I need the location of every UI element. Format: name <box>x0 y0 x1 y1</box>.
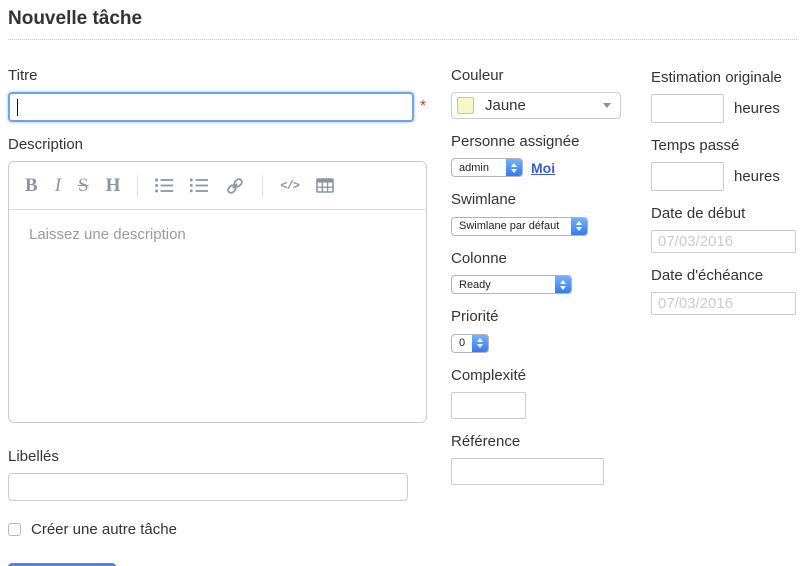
form-columns: Titre * Description B I S H <box>8 66 797 566</box>
assignee-row: admin Moi <box>451 158 647 177</box>
color-label: Couleur <box>451 66 647 85</box>
create-another-row: Créer une autre tâche <box>8 521 430 538</box>
original-estimate-row: heures <box>651 94 797 123</box>
assignee-selected-value: admin <box>459 162 494 174</box>
start-date-label: Date de début <box>651 204 797 223</box>
priority-selected-value: 0 <box>459 337 470 349</box>
required-asterisk: * <box>420 97 426 114</box>
assignee-select[interactable]: admin <box>451 158 523 177</box>
unordered-list-icon[interactable] <box>155 178 173 193</box>
italic-icon[interactable]: I <box>55 176 61 195</box>
link-icon[interactable] <box>225 176 245 196</box>
assign-me-link[interactable]: Moi <box>531 160 555 176</box>
title-divider <box>8 39 797 40</box>
due-date-input[interactable] <box>651 292 796 315</box>
swimlane-label: Swimlane <box>451 190 647 209</box>
swimlane-selected-value: Swimlane par défaut <box>459 220 564 232</box>
left-column: Titre * Description B I S H <box>8 66 430 566</box>
description-label: Description <box>8 135 430 154</box>
page-title: Nouvelle tâche <box>8 6 797 39</box>
time-spent-row: heures <box>651 162 797 191</box>
color-swatch-icon <box>457 97 474 114</box>
code-icon[interactable]: </> <box>280 179 299 193</box>
bold-icon[interactable]: B <box>25 176 38 195</box>
complexity-input[interactable] <box>451 392 526 419</box>
description-textarea[interactable]: Laissez une description <box>9 210 426 422</box>
heading-icon[interactable]: H <box>106 176 121 195</box>
original-estimate-input[interactable] <box>651 94 724 123</box>
toolbar-divider <box>262 175 263 197</box>
reference-label: Référence <box>451 432 647 451</box>
middle-column: Couleur Jaune Personne assignée admin Mo… <box>451 66 647 485</box>
create-another-label: Créer une autre tâche <box>31 521 177 538</box>
priority-label: Priorité <box>451 307 647 326</box>
due-date-label: Date d'échéance <box>651 266 797 285</box>
original-estimate-label: Estimation originale <box>651 68 797 87</box>
complexity-label: Complexité <box>451 366 647 385</box>
create-another-checkbox[interactable] <box>8 523 21 536</box>
title-field-row: * <box>8 92 430 122</box>
time-spent-label: Temps passé <box>651 136 797 155</box>
reference-input[interactable] <box>451 458 604 485</box>
color-selected-value: Jaune <box>485 97 526 114</box>
hours-unit-label: heures <box>734 100 780 117</box>
title-input[interactable] <box>8 92 414 122</box>
hours-unit-label: heures <box>734 168 780 185</box>
title-input-wrap <box>8 92 414 122</box>
toolbar-divider <box>137 175 138 197</box>
priority-select[interactable]: 0 <box>451 334 489 353</box>
right-column: Estimation originale heures Temps passé … <box>651 66 797 315</box>
select-stepper-icon <box>555 275 571 294</box>
select-stepper-icon <box>571 217 587 236</box>
labels-label: Libellés <box>8 447 430 466</box>
ordered-list-icon[interactable] <box>190 178 208 193</box>
select-stepper-icon <box>472 334 488 353</box>
assignee-label: Personne assignée <box>451 132 647 151</box>
select-stepper-icon <box>506 158 522 177</box>
description-editor: B I S H <box>8 161 427 423</box>
new-task-page: Nouvelle tâche Titre * Description B I S… <box>0 0 805 566</box>
title-label: Titre <box>8 66 430 85</box>
column-label: Colonne <box>451 249 647 268</box>
time-spent-input[interactable] <box>651 162 724 191</box>
text-caret <box>17 99 18 116</box>
editor-toolbar: B I S H <box>9 162 426 210</box>
table-icon[interactable] <box>316 178 334 193</box>
labels-input[interactable] <box>8 473 408 501</box>
column-selected-value: Ready <box>459 279 496 291</box>
column-select[interactable]: Ready <box>451 275 572 294</box>
color-dropdown[interactable]: Jaune <box>451 92 621 119</box>
swimlane-select[interactable]: Swimlane par défaut <box>451 217 588 236</box>
chevron-down-icon <box>603 103 611 108</box>
start-date-input[interactable] <box>651 230 796 253</box>
strikethrough-icon[interactable]: S <box>78 176 89 195</box>
